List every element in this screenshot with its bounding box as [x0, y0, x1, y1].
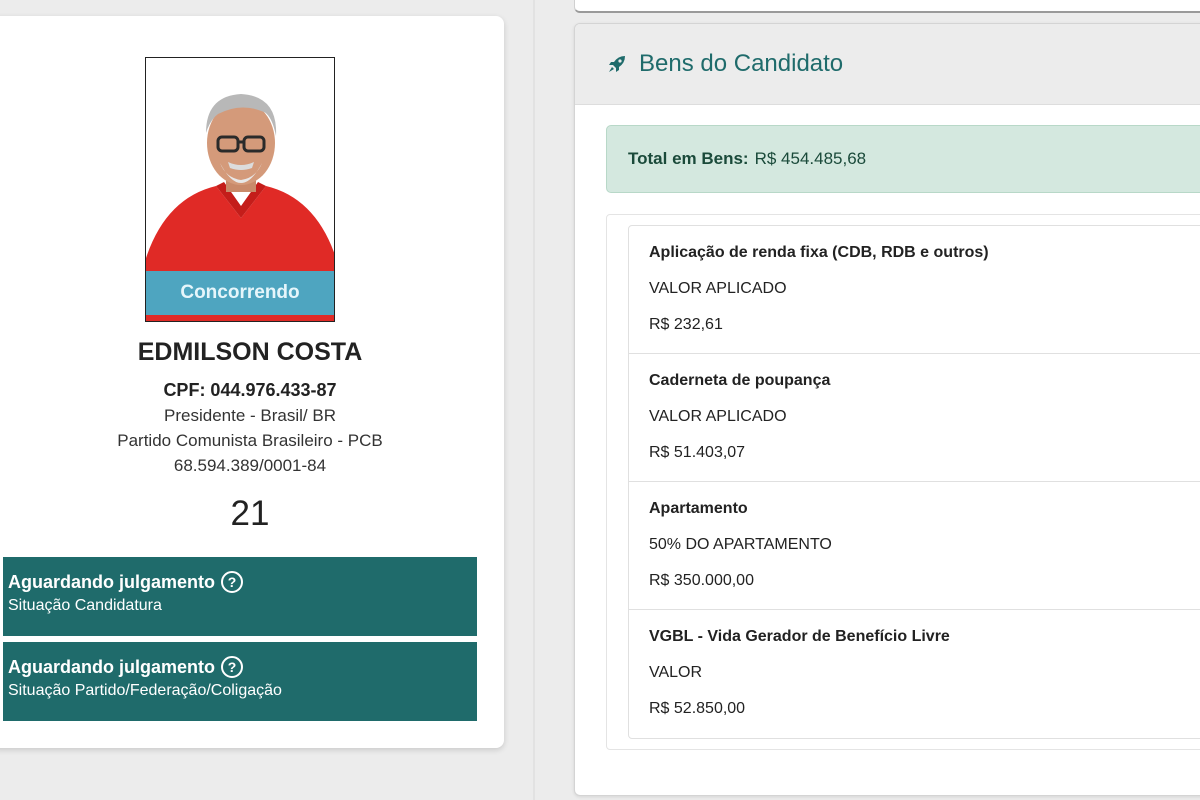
asset-title: VGBL - Vida Gerador de Benefício Livre [649, 628, 950, 645]
candidate-office: Presidente - Brasil/ BR [164, 406, 336, 425]
list-item: Aplicação de renda fixa (CDB, RDB e outr… [629, 226, 1200, 354]
asset-title: Aplicação de renda fixa (CDB, RDB e outr… [649, 244, 989, 261]
candidate-number: 21 [230, 494, 270, 533]
list-item: Caderneta de poupança VALOR APLICADO R$ … [629, 354, 1200, 482]
party-status-box: Aguardando julgamento ? Situação Partido… [3, 642, 477, 721]
column-divider [533, 0, 535, 800]
status-title: Aguardando julgamento [8, 656, 215, 677]
total-label: Total em Bens: [628, 149, 749, 168]
asset-value: R$ 51.403,07 [649, 444, 746, 461]
assets-list: Aplicação de renda fixa (CDB, RDB e outr… [628, 225, 1200, 739]
candidate-cpf: CPF: 044.976.433-87 [163, 380, 337, 400]
asset-title: Caderneta de poupança [649, 372, 831, 389]
asset-description: VALOR [649, 664, 703, 681]
rocket-icon [607, 54, 627, 74]
status-badge: Concorrendo [146, 271, 334, 315]
list-item: VGBL - Vida Gerador de Benefício Livre V… [629, 610, 1200, 738]
candidacy-status-box: Aguardando julgamento ? Situação Candida… [3, 557, 477, 636]
asset-description: 50% DO APARTAMENTO [649, 536, 832, 553]
asset-value: R$ 350.000,00 [649, 572, 754, 589]
candidate-cnpj: 68.594.389/0001-84 [173, 456, 327, 475]
assets-list-wrapper: Aplicação de renda fixa (CDB, RDB e outr… [606, 214, 1200, 750]
candidate-card: Concorrendo EDMILSON COSTA CPF: 044.976.… [0, 16, 504, 748]
total-value: R$ 454.485,68 [754, 149, 867, 168]
assets-title: Bens do Candidato [639, 50, 844, 77]
asset-value: R$ 232,61 [649, 316, 723, 333]
status-title: Aguardando julgamento [8, 571, 215, 592]
assets-card: Bens do Candidato Total em Bens: R$ 454.… [574, 23, 1200, 796]
asset-title: Apartamento [649, 500, 748, 517]
list-item: Apartamento 50% DO APARTAMENTO R$ 350.00… [629, 482, 1200, 610]
asset-value: R$ 52.850,00 [649, 700, 746, 717]
asset-description: VALOR APLICADO [649, 280, 787, 297]
candidate-photo: Concorrendo [145, 57, 335, 322]
total-assets-box: Total em Bens: R$ 454.485,68 [606, 125, 1200, 193]
candidate-name: EDMILSON COSTA [137, 338, 363, 366]
help-icon[interactable]: ? [221, 571, 243, 593]
assets-header: Bens do Candidato [575, 24, 1200, 105]
candidate-party: Partido Comunista Brasileiro - PCB [117, 431, 383, 450]
help-icon[interactable]: ? [221, 656, 243, 678]
asset-description: VALOR APLICADO [649, 408, 787, 425]
status-subtitle: Situação Candidatura [8, 597, 162, 614]
previous-card-edge [574, 0, 1200, 13]
status-subtitle: Situação Partido/Federação/Coligação [8, 682, 282, 699]
